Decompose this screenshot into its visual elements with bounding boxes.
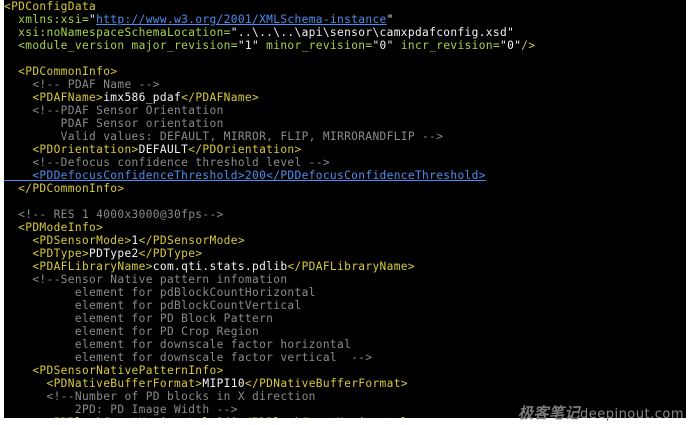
- code-line: <PDBlockCountHorizontal>248</PDBlockCoun…: [4, 416, 415, 418]
- code-token-str: "0": [372, 39, 394, 52]
- code-line: <PDConfigData: [4, 0, 96, 13]
- code-line: xsi:noNamespaceSchemaLocation="..\..\..\…: [4, 26, 514, 39]
- code-token-cmt: element for PD Crop Region: [4, 325, 260, 338]
- code-token-txt: com.qti.stats.pdlib: [152, 260, 288, 273]
- code-token-cmt: Valid values: DEFAULT, MIRROR, FLIP, MIR…: [4, 130, 444, 143]
- code-token-cmt: <!-- RES 1 4000x3000@30fps-->: [4, 208, 224, 221]
- code-token-str: "..\..\..\api\sensor\camxpdafconfig.xsd": [230, 26, 515, 39]
- code-line: <!--PDAF Sensor Orientation: [4, 104, 224, 117]
- code-line: <PDAFName>imx586_pdaf</PDAFName>: [4, 91, 259, 104]
- code-token-cmt: <!--Sensor Native pattern infomation: [4, 273, 288, 286]
- code-token-cmt: element for downscale factor vertical --…: [4, 351, 373, 364]
- code-line: <PDType>PDType2</PDType>: [4, 247, 202, 260]
- code-token-txt: PDType2: [89, 247, 139, 260]
- code-token-cmt: PDAF Sensor orientation: [4, 117, 224, 130]
- code-token-tag: <PDConfigData: [4, 0, 97, 13]
- code-token-tag: </PDType>: [138, 247, 203, 260]
- code-line: PDAF Sensor orientation: [4, 117, 224, 130]
- code-token-txt: imx586_pdaf: [103, 91, 182, 104]
- code-line: <PDOrientation>DEFAULT</PDOrientation>: [4, 143, 302, 156]
- xml-code-editor: <PDConfigData xmlns:xsi= "http://www.w3.o…: [4, 0, 686, 418]
- code-line: <!-- RES 1 4000x3000@30fps-->: [4, 208, 224, 221]
- code-line: element for pdBlockCountHorizontal: [4, 286, 316, 299]
- code-token-link[interactable]: <PDDefocusConfidenceThreshold>200</PDDef…: [4, 169, 486, 182]
- code-token-tag: />: [521, 39, 536, 52]
- code-token-cmt: <!--Number of PD blocks in X direction: [4, 390, 316, 403]
- code-token-cmt: element for downscale factor horizontal: [4, 338, 352, 351]
- code-token-cmt: <!--PDAF Sensor Orientation: [4, 104, 224, 117]
- code-line: element for downscale factor horizontal: [4, 338, 351, 351]
- code-line: <module_version major_revision="1" minor…: [4, 39, 535, 52]
- watermark-site-text: deepinout.com: [579, 407, 684, 422]
- code-token-str: "1": [237, 39, 260, 52]
- code-token-tag: </PDNativeBufferFormat>: [244, 377, 408, 390]
- code-token-attr: incr_revision=: [393, 39, 501, 52]
- code-token-txt: 1: [131, 234, 139, 247]
- code-token-cmt: element for PD Block Pattern: [4, 312, 274, 325]
- code-line: <!--Sensor Native pattern infomation: [4, 273, 287, 286]
- code-token-tag: </PDSensorMode>: [138, 234, 245, 247]
- code-token-tag: <PDSensorNativePatternInfo>: [4, 364, 224, 377]
- code-token-txt: DEFAULT: [138, 143, 189, 156]
- code-token-txt: MIPI10: [202, 377, 245, 390]
- code-token-tag: <PDAFName>: [4, 91, 104, 104]
- code-token-tag: </PDAFLibraryName>: [287, 260, 415, 273]
- code-line: <PDCommonInfo>: [4, 65, 117, 78]
- code-token-cmt: <!-- PDAF Name -->: [4, 78, 160, 91]
- code-line: </PDCommonInfo>: [4, 182, 124, 195]
- code-token-attr: xsi:noNamespaceSchemaLocation=: [4, 26, 231, 39]
- code-token-cmt: 2PD: PD Image Width -->: [4, 403, 238, 416]
- code-line: element for PD Block Pattern: [4, 312, 273, 325]
- code-line: element for pdBlockCountVertical: [4, 299, 302, 312]
- code-line: <!--Defocus confidence threshold level -…: [4, 156, 330, 169]
- code-token-cmt: element for pdBlockCountHorizontal: [4, 286, 316, 299]
- code-token-txt: 248: [217, 416, 238, 418]
- code-token-tag: <PDType>: [4, 247, 90, 260]
- code-token-tag: <PDBlockCountHorizontal>: [4, 416, 217, 418]
- code-token-cmt: <!--Defocus confidence threshold level -…: [4, 156, 330, 169]
- code-token-tag: </PDBlockCountHorizontal>: [238, 416, 415, 418]
- code-line: element for downscale factor vertical --…: [4, 351, 372, 364]
- code-line: <!-- PDAF Name -->: [4, 78, 160, 91]
- code-line: <PDSensorMode>1</PDSensorMode>: [4, 234, 245, 247]
- code-token-tag: </PDAFName>: [181, 91, 260, 104]
- code-line: <PDAFLibraryName>com.qti.stats.pdlib</PD…: [4, 260, 415, 273]
- code-line: 2PD: PD Image Width -->: [4, 403, 238, 416]
- code-line: <PDSensorNativePatternInfo>: [4, 364, 224, 377]
- code-token-link[interactable]: http://www.w3.org/2001/XMLSchema-instanc…: [96, 13, 387, 26]
- code-token-tag: <PDModeInfo>: [4, 221, 104, 234]
- code-token-tag: <PDOrientation>: [4, 143, 139, 156]
- code-token-str: ": [386, 13, 394, 26]
- code-token-tag: <PDCommonInfo>: [4, 65, 118, 78]
- code-token-tag: </PDCommonInfo>: [4, 182, 125, 195]
- code-line: element for PD Crop Region: [4, 325, 259, 338]
- code-token-attr: minor_revision=: [259, 39, 373, 52]
- code-token-cmt: element for pdBlockCountVertical: [4, 299, 302, 312]
- code-line: <PDModeInfo>: [4, 221, 103, 234]
- code-line: <!--Number of PD blocks in X direction: [4, 390, 316, 403]
- code-token-tag: <PDAFLibraryName>: [4, 260, 153, 273]
- code-line: <PDNativeBufferFormat>MIPI10</PDNativeBu…: [4, 377, 408, 390]
- watermark: 极客笔记deepinout.com: [518, 402, 684, 423]
- code-token-str: "0": [500, 39, 522, 52]
- code-token-tag: </PDOrientation>: [188, 143, 302, 156]
- watermark-cn-text: 极客笔记: [517, 404, 580, 422]
- code-line: xmlns:xsi= "http://www.w3.org/2001/XMLSch…: [4, 13, 394, 26]
- code-token-tag: <PDSensorMode>: [4, 234, 132, 247]
- code-token-tag: <PDNativeBufferFormat>: [4, 377, 203, 390]
- code-token-attr: <module_version major_revision=: [4, 39, 238, 52]
- code-token-attr: xmlns:xsi=: [4, 13, 90, 26]
- code-line: Valid values: DEFAULT, MIRROR, FLIP, MIR…: [4, 130, 443, 143]
- code-line: <PDDefocusConfidenceThreshold>200</PDDef…: [4, 169, 486, 182]
